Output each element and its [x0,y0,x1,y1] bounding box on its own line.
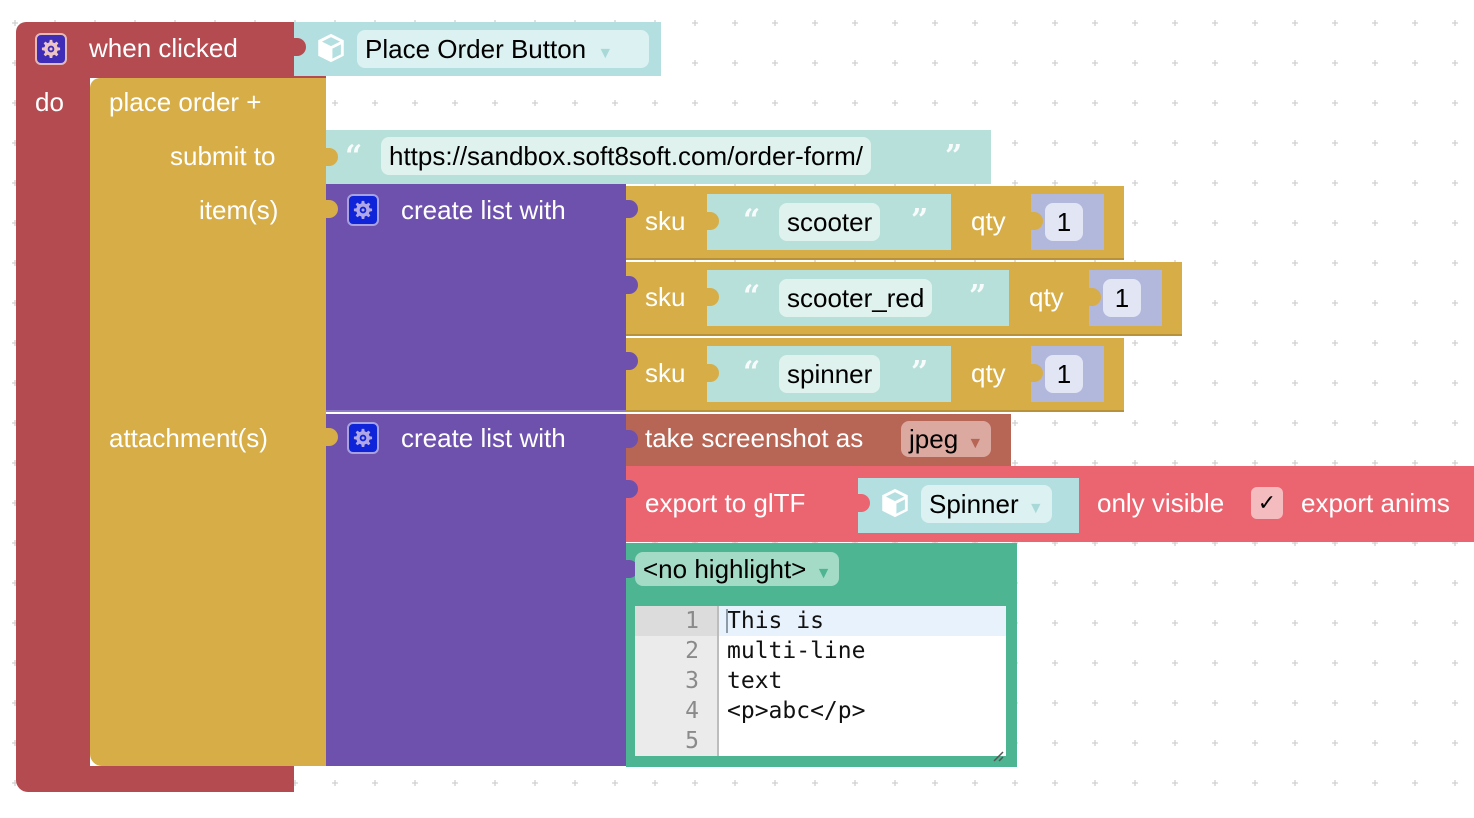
qty-field[interactable]: 1 [1045,355,1083,393]
highlight-dropdown[interactable]: <no highlight> ▼ [635,552,840,586]
gear-icon[interactable] [347,194,379,226]
qty-value: 1 [1056,207,1072,237]
qty-value: 1 [1056,359,1072,389]
sku-field[interactable]: scooter [779,203,881,241]
only-visible-label: only visible [1097,488,1225,518]
open-quote-icon: “ [743,355,761,390]
resize-handle-icon[interactable] [992,742,1004,762]
when-clicked-block-footer [16,766,294,792]
items-label: item(s) [199,195,279,225]
attachments-create-list-block[interactable] [326,414,626,766]
line-number: 5 [685,728,699,754]
place-order-title: place order + [109,87,262,117]
qty-label: qty [1029,282,1064,312]
cube-icon [878,486,912,520]
sku-value: spinner [787,359,873,389]
attachments-label: attachment(s) [109,423,268,453]
qty-label: qty [971,206,1006,236]
when-clicked-label: when clicked [89,33,238,63]
gltf-object-value: Spinner [929,489,1019,519]
check-icon: ✓ [1257,490,1277,515]
code-line: This is [727,608,824,634]
code-line: <p>abc</p> [727,698,866,724]
items-create-list-label: create list with [401,195,566,225]
screenshot-format-value: jpeg [909,424,959,454]
line-number: 4 [685,698,699,724]
export-gltf-label: export to glTF [645,488,806,518]
code-editor[interactable]: 1 This is 2 multi-line 3 text 4 <p>abc</… [635,606,1006,762]
gltf-object-dropdown[interactable]: Spinner ▼ [921,485,1052,523]
chevron-down-icon: ▼ [597,45,614,62]
object-dropdown[interactable]: Place Order Button ▼ [357,30,649,68]
sku-value: scooter_red [787,283,925,313]
sku-field[interactable]: spinner [779,355,881,393]
sku-label: sku [645,206,686,236]
cube-icon [314,31,348,65]
open-quote-icon: “ [345,139,363,174]
open-quote-icon: “ [743,203,761,238]
code-line: text [727,668,783,694]
code-line: multi-line [727,638,866,664]
close-quote-icon: ” [911,355,929,390]
only-visible-checkbox[interactable]: ✓ [1251,487,1283,519]
sku-label: sku [645,358,686,388]
when-clicked-block-body [16,76,90,766]
qty-field[interactable]: 1 [1045,203,1083,241]
open-quote-icon: “ [743,279,761,314]
object-dropdown-value: Place Order Button [365,34,587,64]
sku-value: scooter [787,207,873,237]
take-screenshot-label: take screenshot as [645,423,864,453]
gear-icon[interactable] [35,33,67,65]
place-order-block[interactable] [90,78,326,766]
qty-label: qty [971,358,1006,388]
url-value: https://sandbox.soft8soft.com/order-form… [389,141,863,171]
line-number: 2 [685,638,699,664]
url-field[interactable]: https://sandbox.soft8soft.com/order-form… [381,137,871,175]
close-quote-icon: ” [969,279,987,314]
close-quote-icon: ” [911,203,929,238]
close-quote-icon: ” [945,139,963,174]
text-cursor [726,609,728,633]
export-anims-label: export anims [1301,488,1450,518]
screenshot-format-dropdown[interactable]: jpeg ▼ [901,421,992,457]
attachments-create-list-label: create list with [401,423,566,453]
chevron-down-icon: ▼ [967,435,984,452]
qty-value: 1 [1114,283,1130,313]
chevron-down-icon: ▼ [815,565,832,582]
sku-field[interactable]: scooter_red [779,279,933,317]
qty-field[interactable]: 1 [1103,279,1141,317]
line-number: 3 [685,668,699,694]
line-number: 1 [685,608,699,634]
highlight-value: <no highlight> [643,554,807,584]
chevron-down-icon: ▼ [1027,500,1044,517]
do-label: do [35,87,64,117]
gear-icon[interactable] [347,422,379,454]
sku-label: sku [645,282,686,312]
submit-to-label: submit to [170,141,276,171]
